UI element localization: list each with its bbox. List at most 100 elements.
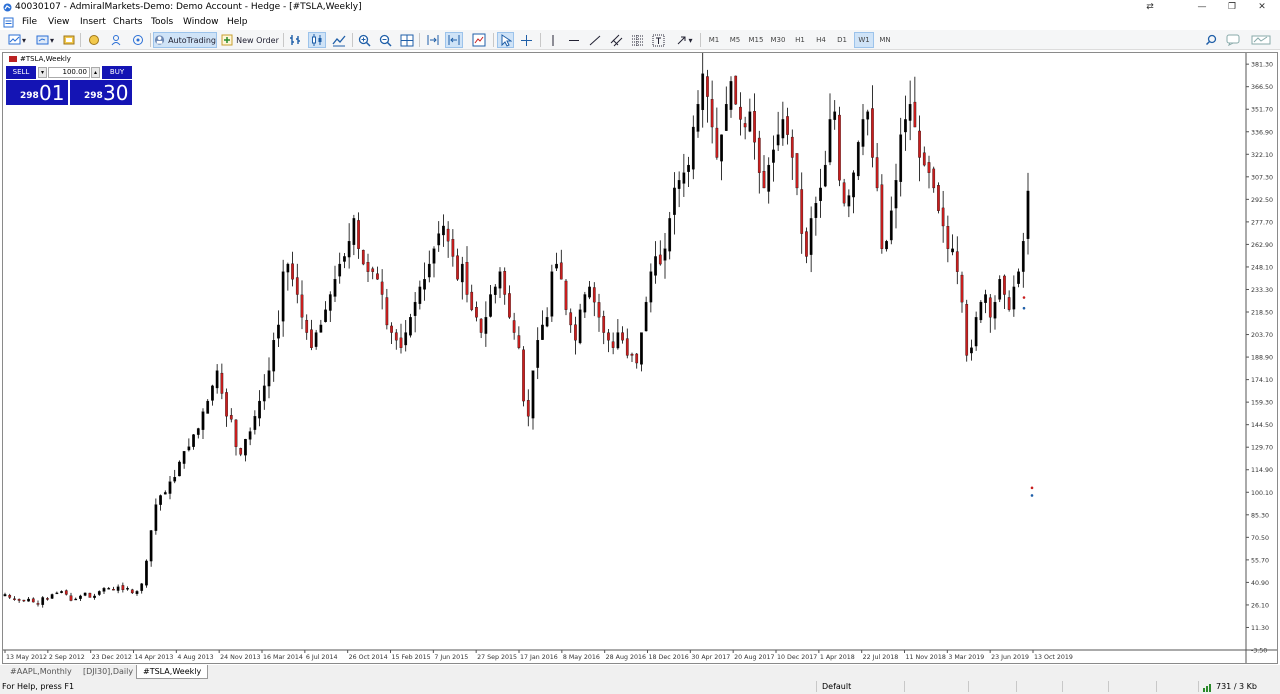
candlestick-chart-icon[interactable]: [308, 32, 326, 48]
lot-size-input[interactable]: 100.00: [48, 67, 90, 78]
candle-body: [781, 119, 785, 139]
minimize-button[interactable]: —: [1186, 0, 1218, 15]
menu-window[interactable]: Window: [183, 15, 219, 30]
candle-body: [281, 271, 285, 322]
equidistant-channel-icon[interactable]: [608, 32, 624, 48]
timeframe-m15[interactable]: M15: [746, 32, 766, 48]
new-order-button[interactable]: New Order: [221, 32, 279, 48]
buy-button[interactable]: BUY: [102, 66, 132, 79]
menu-view[interactable]: View: [48, 15, 69, 30]
candle-body: [819, 187, 822, 202]
candle-body: [654, 256, 657, 276]
candle-body: [140, 583, 144, 591]
line-chart-icon[interactable]: [330, 32, 348, 48]
candle-body: [442, 225, 445, 236]
menu-help[interactable]: Help: [227, 15, 248, 30]
close-button[interactable]: ✕: [1246, 0, 1278, 15]
auto-scroll-icon[interactable]: [424, 32, 442, 48]
candle-body: [663, 248, 667, 261]
chart-shift-icon[interactable]: [445, 32, 463, 48]
cursor-icon[interactable]: [497, 32, 514, 48]
candle-body: [734, 75, 738, 105]
zoom-out-icon[interactable]: [377, 32, 393, 48]
timeframe-d1[interactable]: D1: [832, 32, 852, 48]
candle-body: [201, 411, 205, 430]
candle-body: [550, 271, 554, 317]
chart-window[interactable]: 381.30 366.50 351.70 336.90 322.10 307.30 292.…: [2, 52, 1278, 664]
x-tick-label: 6 Jul 2014: [306, 654, 338, 661]
trendline-icon[interactable]: [587, 32, 603, 48]
candle-body: [314, 332, 318, 347]
timeframe-w1[interactable]: W1: [854, 32, 874, 48]
menu-insert[interactable]: Insert: [80, 15, 106, 30]
timeframe-m5[interactable]: M5: [725, 32, 745, 48]
y-tick-label: 100.10: [1251, 490, 1273, 497]
crosshair-icon[interactable]: [518, 32, 535, 48]
search-icon[interactable]: [1204, 32, 1218, 48]
data-window-icon[interactable]: [86, 32, 102, 48]
text-tool-icon[interactable]: [650, 32, 666, 48]
indicators-icon[interactable]: [470, 32, 488, 48]
timeframe-h4[interactable]: H4: [811, 32, 831, 48]
timeframe-m30[interactable]: M30: [768, 32, 788, 48]
autotrading-button[interactable]: AutoTrading: [153, 32, 217, 48]
tab-aapl-monthly[interactable]: #AAPL,Monthly: [4, 665, 78, 679]
restore-layout-icon[interactable]: ⇄: [1134, 0, 1166, 15]
new-chart-icon[interactable]: ▾: [6, 32, 28, 48]
terminal-icon[interactable]: [130, 32, 146, 48]
sell-price-small: 298: [20, 91, 39, 101]
profiles-icon[interactable]: ▾: [34, 32, 56, 48]
zoom-in-icon[interactable]: [356, 32, 372, 48]
candle-body: [168, 481, 172, 494]
candle-body: [1026, 190, 1030, 239]
marker-blue: [1030, 494, 1034, 497]
candle-body: [904, 119, 907, 133]
candle-body: [955, 251, 959, 272]
arrows-tool-icon[interactable]: ▾: [672, 32, 696, 48]
candle-body: [503, 271, 507, 295]
maximize-button[interactable]: ❐: [1216, 0, 1248, 15]
candle-body: [27, 598, 30, 602]
market-watch-icon[interactable]: [62, 32, 76, 48]
horizontal-line-icon[interactable]: [566, 32, 582, 48]
fibonacci-icon[interactable]: [629, 32, 645, 48]
bar-chart-icon[interactable]: [287, 32, 305, 48]
candlestick-chart[interactable]: 381.30 366.50 351.70 336.90 322.10 307.30 292.…: [3, 53, 1277, 663]
sell-button[interactable]: SELL: [6, 66, 36, 79]
document-icon[interactable]: [3, 17, 14, 28]
buy-price-box[interactable]: 298 30: [70, 80, 132, 105]
menu-tools[interactable]: Tools: [151, 15, 173, 30]
vertical-line-icon[interactable]: [545, 32, 561, 48]
x-tick-label: 8 May 2016: [563, 654, 600, 661]
tile-windows-icon[interactable]: [398, 32, 415, 48]
signals-icon[interactable]: [1248, 32, 1274, 48]
order-marker-sell: [1022, 296, 1026, 299]
timeframe-m1[interactable]: M1: [704, 32, 724, 48]
timeframe-h1[interactable]: H1: [790, 32, 810, 48]
symbol-text: #TSLA,Weekly: [20, 55, 71, 63]
x-tick-label: 13 May 2012: [6, 654, 47, 661]
new-order-icon: [221, 34, 233, 46]
candle-body: [640, 332, 643, 365]
timeframe-mn[interactable]: MN: [875, 32, 895, 48]
chat-icon[interactable]: [1224, 32, 1242, 48]
x-tick-label: 13 Oct 2019: [1034, 654, 1073, 661]
candle-body: [856, 142, 860, 177]
menu-file[interactable]: File: [22, 15, 37, 30]
sell-price-box[interactable]: 298 01: [6, 80, 68, 105]
candle-body: [97, 591, 101, 595]
x-tick-label: 3 Mar 2019: [948, 654, 984, 661]
candle-body: [333, 279, 337, 297]
tab-tsla-weekly[interactable]: #TSLA,Weekly: [136, 665, 209, 679]
lot-decrease-button[interactable]: ▾: [38, 67, 47, 78]
navigator-icon[interactable]: [108, 32, 124, 48]
lot-increase-button[interactable]: ▴: [91, 67, 100, 78]
menu-bar: File View Insert Charts Tools Window Hel…: [0, 15, 1280, 30]
menu-charts[interactable]: Charts: [113, 15, 142, 30]
tab-dji30-daily[interactable]: [DJI30],Daily: [77, 665, 139, 679]
x-tick-label: 17 Jan 2016: [520, 654, 558, 661]
candle-body: [196, 428, 200, 435]
candle-body: [625, 338, 629, 356]
candle-body: [130, 589, 134, 594]
candle-body: [592, 287, 596, 303]
